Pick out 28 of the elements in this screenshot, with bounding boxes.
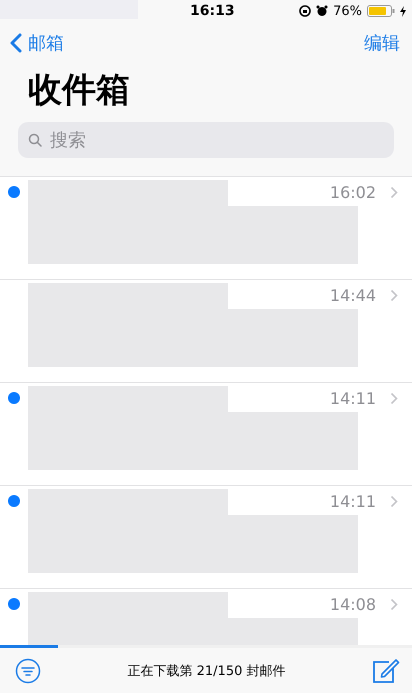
battery-percent: 76% — [333, 4, 362, 18]
charging-icon — [400, 6, 406, 16]
alarm-icon — [316, 5, 328, 17]
edit-button[interactable]: 编辑 — [364, 31, 400, 55]
chevron-right-icon — [390, 598, 398, 611]
message-time: 14:08 — [330, 595, 376, 614]
back-button[interactable]: 邮箱 — [10, 31, 64, 55]
chevron-right-icon — [390, 495, 398, 508]
message-row[interactable]: 14:44 — [0, 280, 412, 383]
message-time: 14:11 — [330, 389, 376, 408]
chevron-right-icon — [390, 392, 398, 405]
message-row[interactable]: 14:11 — [0, 383, 412, 486]
page-title: 收件箱 — [27, 69, 131, 112]
message-row[interactable]: 14:11 — [0, 486, 412, 589]
message-time: 16:02 — [330, 183, 376, 202]
rotation-lock-icon — [299, 5, 312, 17]
message-row[interactable]: 16:02 — [0, 177, 412, 280]
chevron-right-icon — [390, 289, 398, 302]
battery-icon — [367, 5, 395, 17]
chevron-left-icon — [10, 33, 22, 53]
filter-icon[interactable] — [15, 658, 41, 684]
compose-icon[interactable] — [372, 658, 400, 684]
chevron-right-icon — [390, 186, 398, 199]
message-time: 14:44 — [330, 286, 376, 305]
search-field[interactable]: 搜索 — [18, 122, 394, 158]
status-time: 16:13 — [190, 3, 235, 19]
message-time: 14:11 — [330, 492, 376, 511]
download-status: 正在下载第 21/150 封邮件 — [128, 662, 286, 680]
